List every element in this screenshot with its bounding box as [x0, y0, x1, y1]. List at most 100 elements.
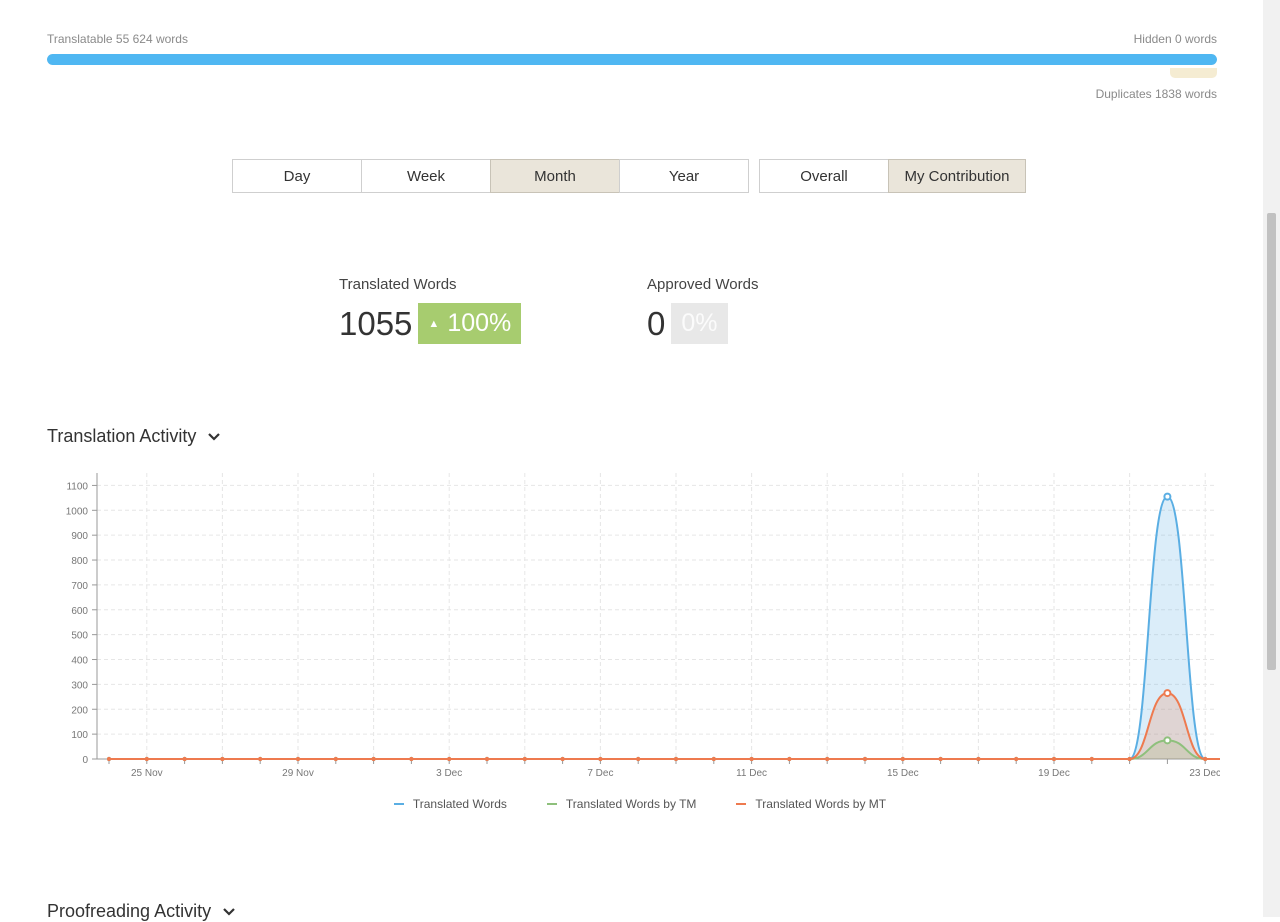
translatable-label: Translatable 55 624 words	[47, 32, 188, 46]
period-month-button[interactable]: Month	[490, 159, 620, 193]
series-translated-point	[1163, 492, 1172, 501]
series-mt-point	[787, 756, 792, 762]
period-switcher: Day Week Month Year	[232, 159, 749, 193]
x-tick-label: 29 Nov	[282, 768, 314, 779]
series-translated-line	[108, 495, 1220, 760]
approved-words-change: 0%	[681, 309, 718, 337]
series-mt-point	[1127, 756, 1132, 762]
legend-swatch-translated	[393, 803, 404, 805]
series-mt-point	[447, 756, 452, 762]
translated-words-value: 1055	[339, 304, 413, 342]
y-tick-label: 0	[82, 755, 88, 766]
hidden-label: Hidden 0 words	[1133, 32, 1217, 46]
legend-item-tm[interactable]: Translated Words by TM	[546, 797, 697, 811]
chevron-down-icon	[208, 432, 221, 441]
translation-activity-title: Translation Activity	[47, 426, 197, 446]
duplicates-bar	[1170, 68, 1217, 78]
approved-words-title: Approved Words	[647, 276, 759, 293]
series-mt-point	[900, 756, 905, 762]
proofreading-activity-toggle[interactable]: Proofreading Activity	[47, 901, 237, 922]
series-mt-point	[106, 756, 112, 762]
x-tick-label: 3 Dec	[436, 768, 462, 779]
series-mt-point	[409, 756, 414, 762]
series-mt-point	[636, 756, 641, 762]
series-tm-line	[108, 739, 1220, 760]
x-tick-label: 15 Dec	[887, 768, 919, 779]
series-mt-point	[673, 756, 679, 762]
series-tm-point	[1163, 736, 1172, 745]
y-tick-label: 1000	[66, 506, 89, 517]
scrollbar-thumb[interactable]	[1267, 213, 1276, 670]
series-mt-line	[108, 692, 1220, 760]
legend-label-translated: Translated Words	[412, 797, 507, 811]
series-mt-point	[1163, 689, 1172, 698]
series-mt-point	[182, 756, 187, 762]
approved-words-value: 0	[647, 304, 666, 342]
duplicates-label: Duplicates 1838 words	[1095, 87, 1217, 101]
series-mt-point	[333, 756, 338, 762]
words-stats-bar: Translatable 55 624 words Hidden 0 words…	[47, 30, 1217, 110]
series-mt-point	[560, 756, 565, 762]
approved-words-change-badge: 0%	[671, 303, 728, 344]
y-tick-label: 1100	[66, 481, 88, 492]
series-mt-point	[598, 756, 603, 762]
series-mt-point	[749, 756, 754, 762]
translation-activity-toggle[interactable]: Translation Activity	[47, 426, 222, 447]
proofreading-activity-title: Proofreading Activity	[47, 901, 212, 921]
scope-overall-button[interactable]: Overall	[759, 159, 889, 193]
translated-words-metric: Translated Words 1055 ▲ 100%	[339, 276, 522, 344]
legend-label-mt: Translated Words by MT	[755, 797, 887, 811]
series-mt-point	[825, 756, 830, 762]
translatable-progress-bar	[47, 54, 1217, 65]
y-tick-label: 500	[71, 631, 88, 642]
approved-words-metric: Approved Words 0 0%	[647, 276, 758, 344]
series-mt-point	[938, 756, 943, 762]
legend-item-mt[interactable]: Translated Words by MT	[736, 797, 886, 811]
legend-swatch-tm	[546, 803, 557, 805]
series-mt-point	[484, 756, 490, 762]
page-scrollbar[interactable]	[1263, 0, 1280, 917]
series-tm-area	[109, 740, 1220, 759]
series-mt-point	[862, 756, 868, 762]
period-day-button[interactable]: Day	[232, 159, 362, 193]
scope-switcher: Overall My Contribution	[759, 159, 1026, 193]
series-mt-point	[1203, 756, 1208, 762]
x-tick-label: 25 Nov	[131, 768, 163, 779]
legend-swatch-mt	[736, 803, 747, 805]
legend-item-translated[interactable]: Translated Words	[393, 797, 507, 811]
series-mt-point	[1051, 756, 1057, 762]
x-tick-label: 23 Dec	[1189, 768, 1220, 779]
y-tick-label: 100	[71, 730, 88, 741]
series-mt-point	[371, 756, 376, 762]
translated-words-title: Translated Words	[339, 276, 457, 293]
scope-my-contribution-button[interactable]: My Contribution	[888, 159, 1026, 193]
series-mt-point	[258, 756, 263, 762]
up-triangle-icon: ▲	[428, 317, 440, 330]
translated-words-change-badge: ▲ 100%	[418, 303, 522, 344]
y-tick-label: 300	[71, 680, 88, 691]
series-mt-point	[295, 756, 301, 762]
y-tick-label: 200	[71, 705, 88, 716]
y-tick-label: 900	[71, 531, 88, 542]
x-tick-label: 7 Dec	[587, 768, 613, 779]
series-mt-area	[109, 693, 1220, 759]
chart-legend: Translated Words Translated Words by TM …	[0, 797, 1280, 811]
y-tick-label: 400	[71, 656, 88, 667]
series-mt-point	[144, 756, 149, 762]
chevron-down-icon	[223, 907, 235, 916]
series-mt-point	[976, 756, 981, 762]
y-tick-label: 800	[71, 556, 88, 567]
y-tick-label: 700	[71, 581, 88, 592]
translated-words-change: 100%	[447, 309, 512, 337]
translatable-progress-fill	[47, 54, 1217, 65]
period-year-button[interactable]: Year	[619, 159, 749, 193]
series-mt-point	[1014, 756, 1019, 762]
period-week-button[interactable]: Week	[361, 159, 491, 193]
x-tick-label: 19 Dec	[1038, 768, 1070, 779]
series-mt-point	[1089, 756, 1094, 762]
series-translated-area	[109, 496, 1220, 759]
translation-activity-chart: 0 100 200 300 400 500 600 700 800 900 1000 1100 25 N…	[66, 473, 1220, 779]
series-mt-point	[711, 756, 716, 762]
legend-label-tm: Translated Words by TM	[565, 797, 697, 811]
y-tick-label: 600	[71, 606, 88, 617]
